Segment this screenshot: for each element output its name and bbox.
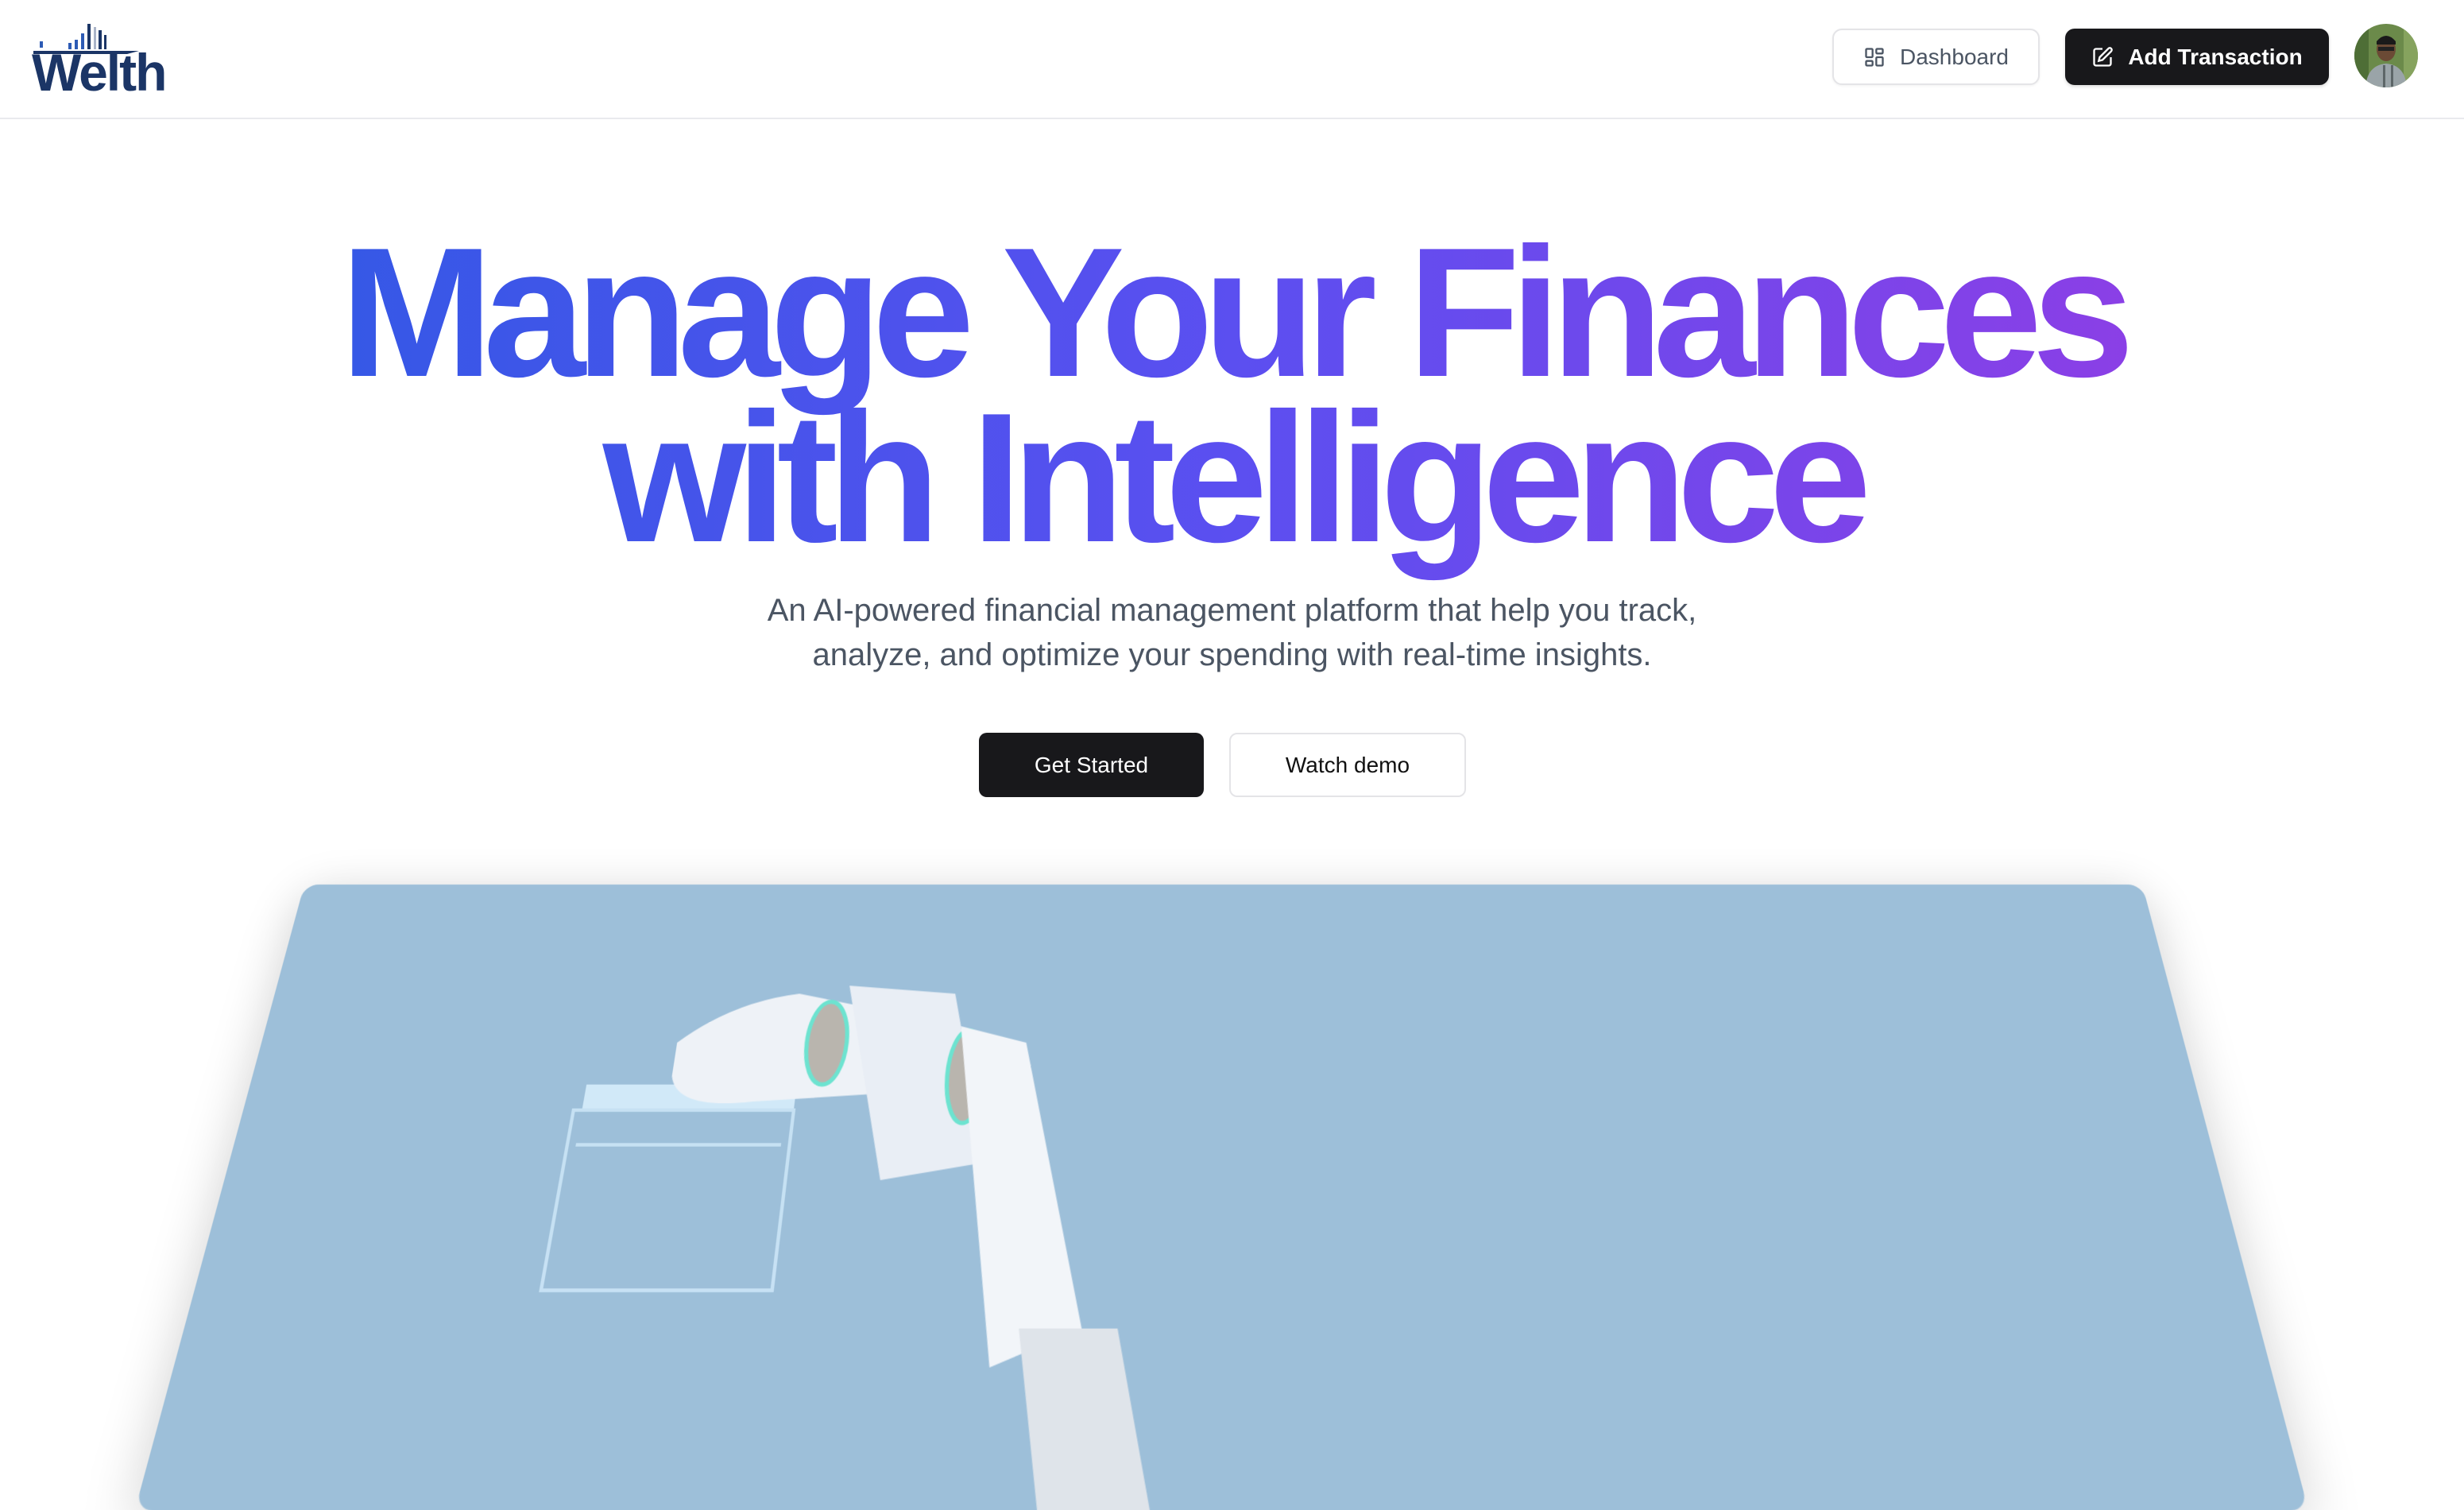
hero-title: Manage Your Finances with Intelligence: [324, 230, 2140, 585]
add-transaction-label: Add Transaction: [2128, 44, 2303, 69]
hero-subtitle-line2: analyze, and optimize your spending with…: [812, 637, 1652, 672]
dashboard-label: Dashboard: [1900, 44, 2009, 69]
hero-subtitle-line1: An AI-powered financial management platf…: [767, 593, 1697, 628]
welth-logo[interactable]: Welth: [32, 21, 199, 94]
hero-title-line1: Manage Your Finances: [339, 210, 2125, 416]
user-avatar[interactable]: [2354, 24, 2418, 87]
get-started-button[interactable]: Get Started: [979, 733, 1204, 797]
robot-hand-illustration: [135, 985, 1154, 1510]
watch-demo-button[interactable]: Watch demo: [1229, 733, 1466, 797]
hero-section: Manage Your Finances with Intelligence: [0, 230, 2464, 585]
add-transaction-button[interactable]: Add Transaction: [2065, 29, 2329, 85]
top-navbar: Welth Dashboard Add Transaction: [0, 0, 2464, 119]
svg-text:Welth: Welth: [32, 43, 165, 94]
pen-square-icon: [2093, 46, 2114, 67]
layout-dashboard-icon: [1865, 47, 1884, 67]
hero-banner-image: [134, 885, 2309, 1510]
hero-title-line2: with Intelligence: [602, 375, 1862, 581]
hero-subtitle: An AI-powered financial management platf…: [0, 588, 2464, 677]
hero-image-container: [0, 885, 2464, 1510]
dashboard-button[interactable]: Dashboard: [1832, 29, 2040, 85]
